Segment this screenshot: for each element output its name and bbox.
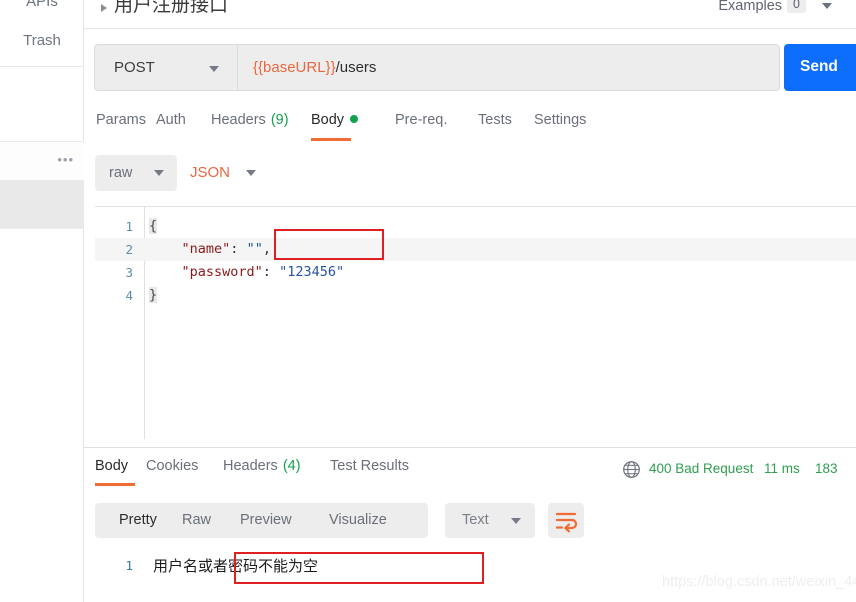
chevron-down-icon[interactable]	[511, 518, 521, 524]
status-code: 400 Bad Request	[649, 461, 754, 476]
response-tab-active-indicator	[95, 483, 135, 486]
editor-line[interactable]: 4}	[95, 284, 856, 307]
response-format-selector[interactable]: Text	[445, 503, 535, 538]
request-tab-label: Headers	[211, 112, 266, 128]
sidebar-item-apis[interactable]: APIs	[0, 0, 84, 8]
globe-icon	[623, 461, 640, 478]
editor-line-text: {	[149, 218, 158, 234]
response-format-label: Text	[462, 512, 489, 528]
request-tab-params[interactable]: Params	[96, 112, 146, 128]
response-status-bar: 400 Bad Request 11 ms 183	[84, 459, 856, 483]
chevron-down-icon[interactable]	[209, 66, 219, 72]
sidebar-divider-3	[0, 228, 84, 229]
response-view-mode-bar: Pretty Raw Preview Visualize	[95, 503, 428, 538]
triangle-right-icon[interactable]	[101, 4, 107, 12]
json-value: "123456"	[279, 264, 345, 280]
watermark: https://blog.csdn.net/weixin_44827418	[662, 574, 856, 590]
sidebar-row-with-menu[interactable]: •••	[0, 142, 84, 180]
send-button-label: Send	[800, 58, 838, 75]
url-path: /users	[335, 59, 377, 76]
json-value: ""	[246, 241, 263, 257]
json-key: "name"	[181, 241, 231, 257]
page-title: 用户注册接口	[114, 0, 229, 16]
word-wrap-button[interactable]	[548, 503, 584, 538]
request-tab-body[interactable]: Body	[311, 112, 359, 128]
word-wrap-icon	[555, 512, 578, 533]
breadcrumb: 用户注册接口 Examples 0	[84, 0, 856, 27]
json-comma: ,	[262, 241, 271, 257]
sidebar-item-trash-label: Trash	[23, 32, 61, 49]
request-tab-headers[interactable]: Headers (9)	[211, 112, 289, 128]
request-tab-label: Settings	[534, 112, 587, 128]
response-size: 183	[815, 461, 838, 476]
examples-control[interactable]: Examples 0	[718, 0, 806, 14]
body-mode-selector[interactable]: raw	[95, 155, 177, 191]
editor-line-number: 3	[125, 265, 133, 280]
response-time: 11 ms	[764, 461, 800, 476]
send-button[interactable]: Send	[784, 44, 856, 91]
postman-window: APIs Trash ••• 用户注册接口 Examples 0 POST	[0, 0, 856, 602]
editor-line-text: }	[149, 287, 158, 303]
editor-line-number: 4	[125, 288, 133, 303]
header-divider	[84, 28, 856, 29]
response-body-text: 用户名或者密码不能为空	[153, 558, 319, 575]
body-format-label[interactable]: JSON	[190, 164, 230, 181]
json-key: "password"	[181, 264, 263, 280]
json-brace: {	[149, 218, 158, 234]
main-pane: 用户注册接口 Examples 0 POST {{baseURL}}/users …	[84, 0, 856, 602]
json-colon: :	[230, 241, 247, 257]
chevron-down-icon[interactable]	[246, 170, 256, 176]
examples-count-badge: 0	[787, 0, 806, 13]
sidebar-divider-1	[0, 66, 84, 67]
json-colon: :	[262, 264, 280, 280]
chevron-down-icon[interactable]	[822, 3, 832, 9]
request-tab-label: Body	[311, 112, 345, 128]
editor-line-number: 2	[125, 242, 133, 257]
editor-line[interactable]: 2 "name": "",	[95, 238, 856, 261]
editor-line-number: 1	[125, 219, 133, 234]
request-tab-label: Pre-req.	[395, 112, 448, 128]
url-input[interactable]: {{baseURL}}/users	[237, 44, 780, 91]
request-tab-label: Params	[96, 112, 146, 128]
request-tab-pre-req[interactable]: Pre-req.	[395, 112, 447, 128]
request-body-editor[interactable]: 1{2 "name": "", 3 "password": "123456" 4}	[95, 207, 856, 439]
request-tab-tests[interactable]: Tests	[478, 112, 512, 128]
sidebar: APIs Trash •••	[0, 0, 84, 602]
response-view-raw[interactable]: Raw	[182, 512, 211, 528]
request-tab-badge: (9)	[270, 112, 289, 128]
request-tab-active-indicator	[311, 138, 351, 141]
editor-line-text: "name": "",	[149, 241, 271, 257]
request-tab-auth[interactable]: Auth	[156, 112, 186, 128]
editor-line-text: "password": "123456"	[149, 264, 345, 280]
response-view-pretty[interactable]: Pretty	[119, 512, 157, 528]
url-variable: {{baseURL}}	[253, 59, 336, 76]
body-mode-row: raw JSON	[84, 155, 856, 191]
url-text: {{baseURL}}/users	[253, 59, 376, 76]
body-mode-label: raw	[109, 165, 133, 181]
request-tab-label: Tests	[478, 112, 512, 128]
response-view-visualize[interactable]: Visualize	[329, 512, 387, 528]
request-tab-settings[interactable]: Settings	[534, 112, 586, 128]
more-options-icon[interactable]: •••	[57, 153, 74, 166]
method-selector[interactable]: POST	[94, 44, 237, 91]
sidebar-item-apis-label: APIs	[26, 0, 58, 8]
sidebar-selected-row[interactable]	[0, 180, 84, 228]
editor-line[interactable]: 1{	[95, 215, 856, 238]
response-line-number: 1	[125, 558, 133, 573]
response-divider	[84, 447, 856, 448]
sidebar-item-trash[interactable]: Trash	[0, 33, 84, 48]
request-tab-label: Auth	[156, 112, 186, 128]
method-label: POST	[114, 59, 155, 76]
request-tabs: Params Auth Headers (9) Body Pre-req. Tests Set…	[84, 112, 856, 144]
json-brace: }	[149, 287, 158, 303]
body-modified-dot-icon	[350, 115, 359, 123]
chevron-down-icon[interactable]	[154, 170, 164, 176]
response-view-preview[interactable]: Preview	[240, 512, 292, 528]
examples-label: Examples	[718, 0, 783, 14]
editor-line[interactable]: 3 "password": "123456"	[95, 261, 856, 284]
